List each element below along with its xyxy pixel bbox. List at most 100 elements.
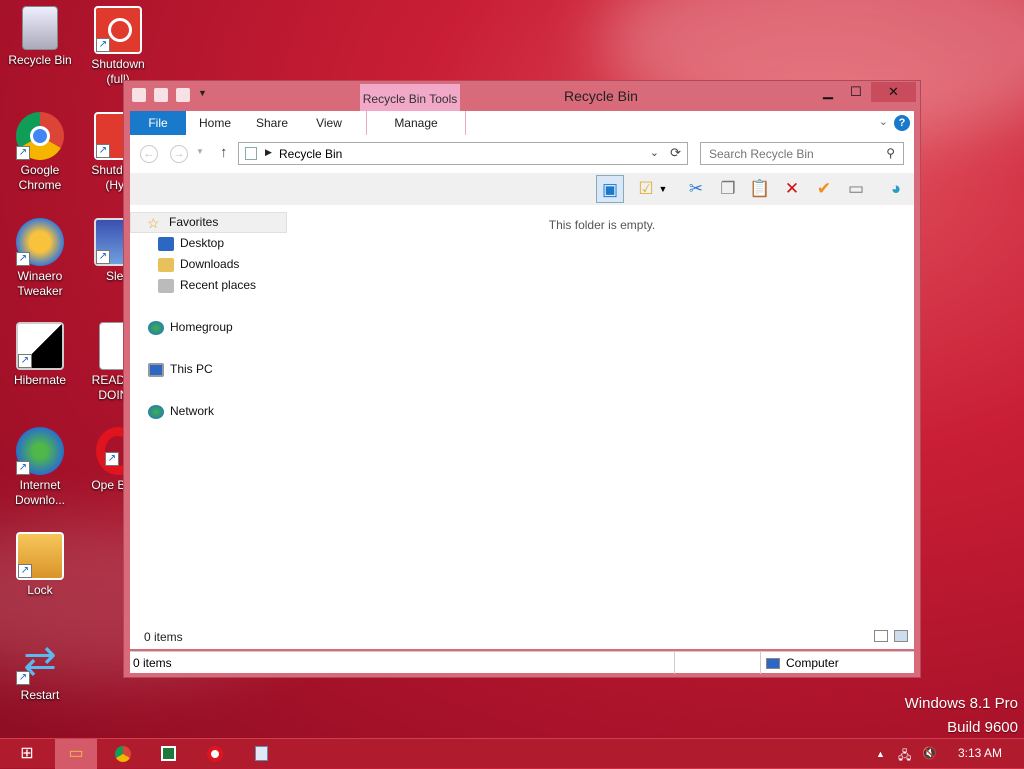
taskbar-spreadsheet[interactable] [147, 739, 189, 769]
volume-muted-icon[interactable]: 🔇 [922, 746, 937, 760]
shortcut-arrow-icon: ↗ [18, 564, 32, 578]
desktop-icon-label: Internet Downlo... [14, 478, 66, 507]
minimize-button[interactable]: ▁ [815, 82, 841, 102]
breadcrumb-recycle-bin[interactable]: Recycle Bin [279, 147, 342, 161]
desktop-icon-lock[interactable]: ↗ Lock [0, 532, 80, 598]
nav-item-this-pc[interactable]: This PC [130, 359, 213, 380]
shortcut-arrow-icon: ↗ [96, 250, 110, 264]
nav-item-network[interactable]: Network [130, 401, 214, 422]
shortcut-arrow-icon: ↗ [105, 452, 119, 466]
computer-icon [148, 362, 164, 377]
power-icon: ↗ [94, 6, 142, 54]
copy-icon[interactable]: ❐ [714, 175, 742, 203]
maximize-button[interactable]: ☐ [843, 82, 869, 102]
desktop-icon-google-chrome[interactable]: ↗ Google Chrome [0, 112, 80, 193]
start-button[interactable]: ⊞ [6, 739, 48, 769]
desktop-icon-hibernate[interactable]: ↗ Hibernate [0, 322, 80, 388]
address-bar[interactable]: ▶ Recycle Bin ⌄ ⟳ [238, 142, 688, 165]
windows-logo-icon: ⊞ [20, 745, 34, 762]
shell-icon[interactable]: ◕ [882, 175, 910, 203]
network-tray-icon[interactable]: 🖧 [898, 746, 911, 767]
shortcut-arrow-icon: ↗ [96, 144, 110, 158]
new-folder-icon[interactable] [176, 88, 190, 102]
cut-icon[interactable]: ✂ [682, 175, 710, 203]
dropdown-arrow-icon[interactable]: ▼ [656, 175, 670, 203]
large-icons-view-icon[interactable] [894, 630, 908, 642]
command-toolbar: ▣ ☑ ▼ ✂ ❐ 📋 ✕ ✔ ▭ ◕ [130, 173, 914, 205]
status-location: Computer [766, 656, 839, 670]
details-view-icon[interactable] [874, 630, 888, 642]
search-icon[interactable]: ⚲ [886, 146, 895, 160]
chrome-icon: ↗ [16, 112, 64, 160]
desktop-icon-recycle-bin[interactable]: Recycle Bin [0, 6, 80, 68]
explorer-window[interactable]: ▼ Recycle Bin Tools Recycle Bin ▁ ☐ ✕ Fi… [123, 80, 921, 678]
item-count: 0 items [144, 630, 183, 644]
navigation-pane: ☆ Favorites Desktop Downloads Recent pla… [130, 205, 290, 625]
clock[interactable]: 3:13 AM [958, 746, 1002, 760]
homegroup-icon [148, 320, 164, 335]
taskbar-document[interactable] [240, 739, 282, 769]
rename-icon[interactable]: ▭ [842, 175, 870, 203]
checkmark-icon[interactable]: ✔ [810, 175, 838, 203]
desktop-icon-winaero-tweaker[interactable]: ↗ Winaero Tweaker [0, 218, 80, 299]
address-dropdown-icon[interactable]: ⌄ [650, 146, 659, 159]
close-button[interactable]: ✕ [871, 82, 916, 102]
taskbar-chrome[interactable] [102, 739, 144, 769]
nav-item-favorites[interactable]: ☆ Favorites [130, 212, 287, 233]
minimize-icon: ▁ [823, 84, 833, 99]
nav-item-label: Recent places [180, 278, 257, 292]
paste-icon[interactable]: 📋 [746, 175, 774, 203]
nav-item-desktop[interactable]: Desktop [130, 233, 224, 254]
shortcut-arrow-icon: ↗ [16, 146, 30, 160]
up-button[interactable]: ↑ [220, 144, 228, 161]
preview-pane-button[interactable]: ▣ [596, 175, 624, 203]
file-list-pane[interactable]: This folder is empty. [290, 205, 914, 625]
recent-locations-icon[interactable]: ▼ [196, 147, 204, 156]
recycle-bin-small-icon [132, 88, 146, 102]
details-bar: 0 items [130, 625, 914, 649]
title-bar[interactable]: ▼ Recycle Bin Tools Recycle Bin ▁ ☐ ✕ [124, 81, 920, 111]
watermark-build: Build 9600 [947, 719, 1018, 736]
breadcrumb-separator-icon[interactable]: ▶ [265, 147, 272, 158]
forward-button[interactable]: → [170, 145, 188, 163]
properties-icon[interactable] [154, 88, 168, 102]
nav-item-label: Desktop [180, 236, 225, 250]
shortcut-arrow-icon: ↗ [96, 38, 110, 52]
internet-download-icon: ↗ [16, 427, 64, 475]
search-input[interactable] [701, 143, 881, 164]
nav-item-homegroup[interactable]: Homegroup [130, 317, 233, 338]
desktop-icon-internet-download[interactable]: ↗ Internet Downlo... [0, 427, 80, 508]
star-icon: ☆ [147, 214, 160, 231]
refresh-icon[interactable]: ⟳ [670, 145, 681, 161]
key-icon: ↗ [16, 532, 64, 580]
status-bar: 0 items Computer [130, 651, 914, 674]
back-button[interactable]: ← [140, 145, 158, 163]
tab-view[interactable]: View [304, 111, 354, 135]
recent-places-icon [158, 278, 174, 293]
folder-icon: ▭ [68, 745, 84, 762]
desktop-icon-label: Hibernate [13, 373, 67, 387]
ribbon-tabs: File Home Share View Manage ⌄ ? [130, 111, 914, 135]
delete-icon[interactable]: ✕ [778, 175, 806, 203]
empty-folder-message: This folder is empty. [548, 218, 656, 232]
nav-item-recent-places[interactable]: Recent places [130, 275, 256, 296]
help-icon[interactable]: ? [894, 115, 910, 131]
tab-home[interactable]: Home [190, 111, 240, 135]
nav-item-label: Network [170, 404, 215, 418]
tab-share[interactable]: Share [247, 111, 297, 135]
shortcut-arrow-icon: ↗ [16, 671, 30, 685]
customize-qat-icon[interactable]: ▼ [198, 88, 207, 102]
taskbar-file-explorer[interactable]: ▭ [55, 739, 97, 769]
search-box[interactable]: ⚲ [700, 142, 904, 165]
show-hidden-icons[interactable]: ▲ [876, 749, 885, 759]
tab-manage[interactable]: Manage [366, 111, 466, 135]
shortcut-arrow-icon: ↗ [18, 354, 32, 368]
expand-ribbon-icon[interactable]: ⌄ [879, 115, 888, 128]
desktop-icon-restart[interactable]: ⇄ ↗ Restart [0, 637, 80, 703]
recycle-bin-icon [22, 6, 58, 50]
taskbar-opera[interactable] [194, 739, 236, 769]
tab-file[interactable]: File [130, 111, 186, 135]
desktop-icon-shutdown-full[interactable]: ↗ Shutdown (full) [78, 6, 158, 87]
desktop-icon-label: Google Chrome [18, 163, 62, 192]
nav-item-downloads[interactable]: Downloads [130, 254, 239, 275]
